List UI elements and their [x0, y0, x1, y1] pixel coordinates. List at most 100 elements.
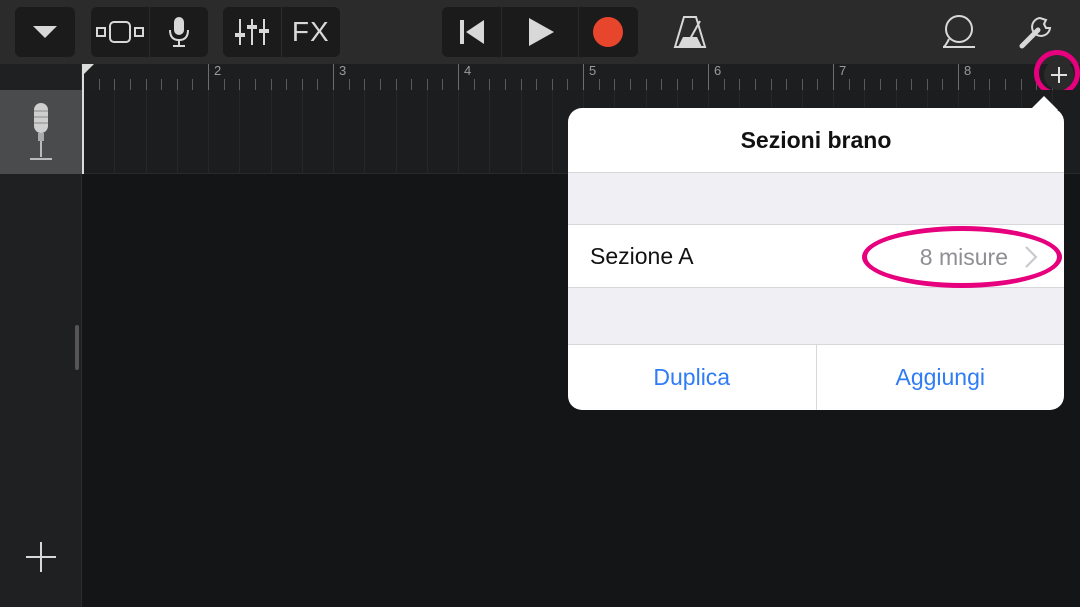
beat-tick	[192, 79, 194, 90]
beat-tick	[379, 79, 381, 90]
add-track-button[interactable]	[24, 540, 58, 574]
bar-tick	[708, 64, 709, 90]
beat-tick	[301, 79, 303, 90]
mixer-group: FX	[223, 7, 340, 57]
beat-tick	[473, 79, 475, 90]
bar-tick	[583, 64, 584, 90]
microphone-icon	[168, 17, 189, 47]
bar-number: 2	[214, 63, 222, 78]
play-button[interactable]	[502, 7, 579, 57]
beat-tick	[942, 79, 944, 90]
grid-line	[489, 90, 491, 174]
view-group	[91, 7, 208, 57]
beat-tick	[395, 79, 397, 90]
bar-number: 3	[339, 63, 347, 78]
beat-tick	[98, 79, 100, 90]
beat-tick	[286, 79, 288, 90]
beat-tick	[739, 79, 741, 90]
play-icon	[529, 18, 554, 46]
beat-tick	[520, 79, 522, 90]
grid-line	[395, 90, 397, 174]
duplicate-button[interactable]: Duplica	[568, 345, 817, 410]
bar-tick	[958, 64, 959, 90]
record-icon	[593, 17, 624, 47]
grid-line	[270, 90, 272, 174]
control-bar: FX	[0, 0, 1080, 64]
mixer-icon	[234, 19, 269, 45]
grid-line	[333, 90, 334, 174]
beat-tick	[598, 79, 600, 90]
beat-tick	[848, 79, 850, 90]
mixer-button[interactable]	[223, 7, 282, 57]
bar-number: 6	[714, 63, 722, 78]
beat-tick	[145, 79, 147, 90]
beat-tick	[1004, 79, 1006, 90]
beat-tick	[629, 79, 631, 90]
beat-tick	[567, 79, 569, 90]
timeline-ruler[interactable]: 2 3 4 5 6 7 8	[82, 63, 1080, 90]
beat-tick	[270, 79, 272, 90]
grid-line	[426, 90, 428, 174]
resize-handle[interactable]	[75, 325, 79, 370]
beat-tick	[317, 79, 319, 90]
loop-browser-button[interactable]	[935, 7, 983, 57]
section-spacer	[568, 172, 1064, 224]
beat-tick	[411, 79, 413, 90]
record-button[interactable]	[579, 7, 638, 57]
beat-tick	[114, 79, 116, 90]
grid-line	[239, 90, 241, 174]
beat-tick	[989, 79, 991, 90]
track-view-icon	[95, 21, 144, 43]
beat-tick	[223, 79, 225, 90]
grid-line	[364, 90, 366, 174]
popover-actions: Duplica Aggiungi	[568, 344, 1064, 410]
beat-tick	[801, 79, 803, 90]
bar-tick	[208, 64, 209, 90]
beat-tick	[442, 79, 444, 90]
beat-tick	[176, 79, 178, 90]
beat-tick	[129, 79, 131, 90]
beat-tick	[879, 79, 881, 90]
metronome-button[interactable]	[666, 7, 714, 57]
grid-line	[458, 90, 459, 174]
beat-tick	[161, 79, 163, 90]
bar-number: 7	[839, 63, 847, 78]
beat-tick	[692, 79, 694, 90]
playhead[interactable]	[82, 64, 84, 174]
add-button[interactable]: Aggiungi	[817, 345, 1065, 410]
grid-line	[114, 90, 116, 174]
wrench-icon	[1019, 16, 1052, 49]
beat-tick	[426, 79, 428, 90]
beat-tick	[645, 79, 647, 90]
fx-button[interactable]: FX	[282, 7, 341, 57]
beat-tick	[504, 79, 506, 90]
track-header[interactable]	[0, 90, 82, 174]
beat-tick	[614, 79, 616, 90]
section-label: Sezione A	[590, 243, 694, 269]
beat-tick	[754, 79, 756, 90]
rewind-button[interactable]	[442, 7, 503, 57]
beat-tick	[786, 79, 788, 90]
beat-tick	[973, 79, 975, 90]
beat-tick	[661, 79, 663, 90]
beat-tick	[723, 79, 725, 90]
bar-tick	[333, 64, 334, 90]
track-view-button[interactable]	[91, 7, 150, 57]
beat-tick	[817, 79, 819, 90]
dropdown-button[interactable]	[15, 7, 75, 57]
beat-tick	[926, 79, 928, 90]
beat-tick	[864, 79, 866, 90]
beat-tick	[254, 79, 256, 90]
beat-tick	[770, 79, 772, 90]
grid-line	[520, 90, 522, 174]
microphone-icon	[30, 103, 52, 160]
popover-title: Sezioni brano	[740, 126, 892, 153]
section-spacer	[568, 288, 1064, 344]
playhead-flag[interactable]	[82, 64, 94, 76]
track-menu-group	[15, 7, 75, 57]
plus-icon	[26, 542, 56, 572]
instrument-button[interactable]	[150, 7, 209, 57]
grid-line	[145, 90, 147, 174]
beat-tick	[676, 79, 678, 90]
bar-tick	[458, 64, 459, 90]
